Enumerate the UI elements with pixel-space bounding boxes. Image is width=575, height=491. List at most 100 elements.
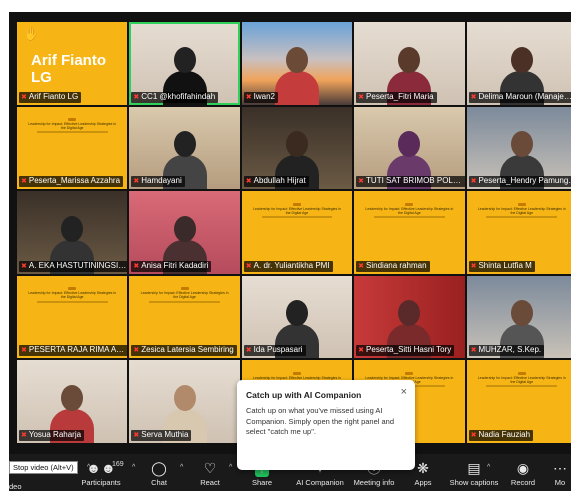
participant-name: Delima Maroun (Manajemen): [478, 91, 571, 101]
shared-slide-title: Leadership for Impact: Effective Leaders…: [253, 203, 341, 215]
share-label: Share: [251, 478, 272, 487]
show-captions-label: Show captions: [449, 478, 499, 487]
participant-name-label: ✖ Serva Muthia: [131, 429, 192, 441]
muted-mic-icon: ✖: [133, 431, 140, 439]
participant-name: Zesica Latersia Sembiring: [141, 345, 234, 355]
participant-name-label: ✖ Hamdayani: [131, 176, 185, 188]
participant-name-label: ✖ Zesica Latersia Sembiring: [131, 345, 237, 357]
more-label: Mo: [554, 478, 566, 487]
participant-name-label: ✖A. EKA HASTUTININGSIH PO...: [19, 260, 128, 272]
participants-label: Participants: [81, 478, 121, 487]
participant-name-label: ✖ Anisa Fitri Kadadiri: [131, 260, 212, 272]
raised-hand-icon: ✋: [23, 26, 40, 41]
chat-button[interactable]: ◯ Chat: [139, 458, 179, 487]
more-icon: ⋯: [553, 460, 567, 476]
muted-mic-icon: ✖: [245, 347, 252, 355]
close-icon[interactable]: ×: [401, 386, 407, 398]
participant-tile[interactable]: Leadership for Impact: Effective Leaders…: [466, 360, 571, 443]
participant-name: Shinta Lutfia M: [478, 260, 532, 270]
slide-divider: [486, 385, 558, 388]
react-button[interactable]: ♡ React: [190, 458, 230, 487]
muted-mic-icon: ✖: [133, 262, 140, 270]
participant-tile[interactable]: ✖ Yosua Raharja: [17, 360, 128, 443]
muted-mic-icon: ✖: [470, 93, 477, 101]
participant-tile[interactable]: ✖ Peserta_Hendry Pamungkas: [466, 106, 571, 190]
participant-name: Peserta_Hendry Pamungkas: [478, 176, 571, 186]
participant-name: PESERTA RAJA RIMA AFRIYE...: [28, 345, 128, 355]
stop-video-tooltip: Stop video (Alt+V): [9, 461, 78, 474]
participant-tile[interactable]: ✖ Iwan2: [241, 22, 353, 105]
meeting-info-label: Meeting info: [353, 478, 395, 487]
popup-body: Catch up on what you've missed using AI …: [246, 406, 395, 436]
show-captions-button[interactable]: ▤ Show captions: [445, 458, 503, 487]
participant-tile[interactable]: ✖ Peserta_Sitti Hasni Tory: [354, 275, 465, 359]
muted-mic-icon: ✖: [358, 262, 365, 270]
slide-divider: [149, 300, 220, 303]
participant-name: A. dr. Yuliantikha PMI: [253, 260, 330, 270]
participant-name-label: ✖ MUHZAR, S.Kep.: [468, 345, 545, 357]
muted-mic-icon: ✖: [21, 93, 27, 101]
participant-name: Ida Puspasari: [253, 345, 303, 355]
participant-tile[interactable]: Leadership for Impact: Effective Leaders…: [241, 191, 353, 274]
more-button[interactable]: ⋯ Mo: [549, 458, 571, 487]
slide-divider: [261, 215, 333, 218]
video-label: deo: [9, 482, 22, 491]
muted-mic-icon: ✖: [133, 93, 140, 101]
participant-name: Arif Fianto LG: [28, 91, 79, 101]
participants-count: 169: [112, 461, 124, 468]
participant-name: MUHZAR, S.Kep.: [478, 345, 542, 355]
shared-slide-title: Leadership for Impact: Effective Leaders…: [478, 372, 566, 384]
muted-mic-icon: ✖: [21, 262, 27, 270]
participant-tile[interactable]: ✖ Ida Puspasari: [241, 275, 353, 359]
participant-tile[interactable]: ✖ Abdullah Hijrat: [241, 106, 353, 190]
participant-tile[interactable]: ✖ Anisa Fitri Kadadiri: [129, 191, 240, 274]
participant-tile[interactable]: Leadership for Impact: Effective Leaders…: [129, 275, 240, 359]
participant-tile[interactable]: ✖A. EKA HASTUTININGSIH PO...: [17, 191, 128, 274]
heart-icon: ♡: [203, 460, 217, 476]
captions-caret-icon[interactable]: ^: [487, 464, 490, 471]
participant-name-label: ✖PESERTA RAJA RIMA AFRIYE...: [19, 345, 128, 357]
record-button[interactable]: ◉ Record: [503, 458, 543, 487]
participant-tile[interactable]: Leadership for Impact: Effective Leaders…: [466, 191, 571, 274]
participant-tile[interactable]: Leadership for Impact: Effective Leaders…: [17, 106, 128, 190]
participant-tile[interactable]: ✖Delima Maroun (Manajemen): [466, 22, 571, 105]
participant-tile[interactable]: ✖ Hamdayani: [129, 106, 240, 190]
muted-mic-icon: ✖: [245, 262, 252, 270]
muted-mic-icon: ✖: [245, 178, 252, 186]
participant-video: [274, 46, 319, 105]
slide-divider: [36, 300, 108, 303]
shared-slide-title: Leadership for Impact: Effective Leaders…: [365, 203, 453, 215]
participants-caret-icon[interactable]: ^: [132, 464, 135, 471]
participant-name-label: ✖ Peserta_Sitti Hasni Tory: [356, 345, 455, 357]
participant-name-label: ✖ A. dr. Yuliantikha PMI: [243, 260, 333, 272]
participant-name-label: ✖ Abdullah Hijrat: [243, 176, 309, 188]
slide-divider: [36, 131, 108, 134]
muted-mic-icon: ✖: [470, 262, 477, 270]
react-caret-icon[interactable]: ^: [229, 464, 232, 471]
participant-name: Hamdayani: [141, 176, 182, 186]
participant-tile[interactable]: ✖ MUHZAR, S.Kep.: [466, 275, 571, 359]
shared-slide-title: Leadership for Impact: Effective Leaders…: [140, 287, 229, 299]
participant-name-label: ✖ Shinta Lutfia M: [468, 260, 535, 272]
slide-divider: [374, 215, 445, 218]
participant-tile[interactable]: ✖ Serva Muthia: [129, 360, 240, 443]
participant-tile[interactable]: Leadership for Impact: Effective Leaders…: [17, 275, 128, 359]
participant-tile[interactable]: ✋ Arif Fianto LG ✖ Arif Fianto LG: [17, 22, 128, 105]
participant-tile[interactable]: ✖ Peserta_Fitri Maria: [354, 22, 465, 105]
participant-tile[interactable]: ✖ CC1 @khofifahindah: [129, 22, 240, 105]
chat-label: Chat: [151, 478, 167, 487]
participant-name-label: ✖ Peserta_Marissa Azzahra: [19, 176, 124, 188]
apps-label: Apps: [414, 478, 432, 487]
muted-mic-icon: ✖: [470, 431, 477, 439]
participant-name-label: ✖ Iwan2: [243, 91, 279, 103]
muted-mic-icon: ✖: [133, 347, 140, 355]
participant-name: CC1 @khofifahindah: [141, 91, 216, 101]
shared-slide-title: Leadership for Impact: Effective Leaders…: [478, 203, 566, 215]
participant-tile[interactable]: Leadership for Impact: Effective Leaders…: [354, 191, 465, 274]
chat-caret-icon[interactable]: ^: [180, 464, 183, 471]
muted-mic-icon: ✖: [133, 178, 140, 186]
muted-mic-icon: ✖: [470, 178, 477, 186]
participant-tile[interactable]: ✖TUTI SAT BRIMOB POLDA N...: [354, 106, 465, 190]
participant-name: Yosua Raharja: [28, 429, 82, 439]
captions-icon: ▤: [467, 460, 481, 476]
